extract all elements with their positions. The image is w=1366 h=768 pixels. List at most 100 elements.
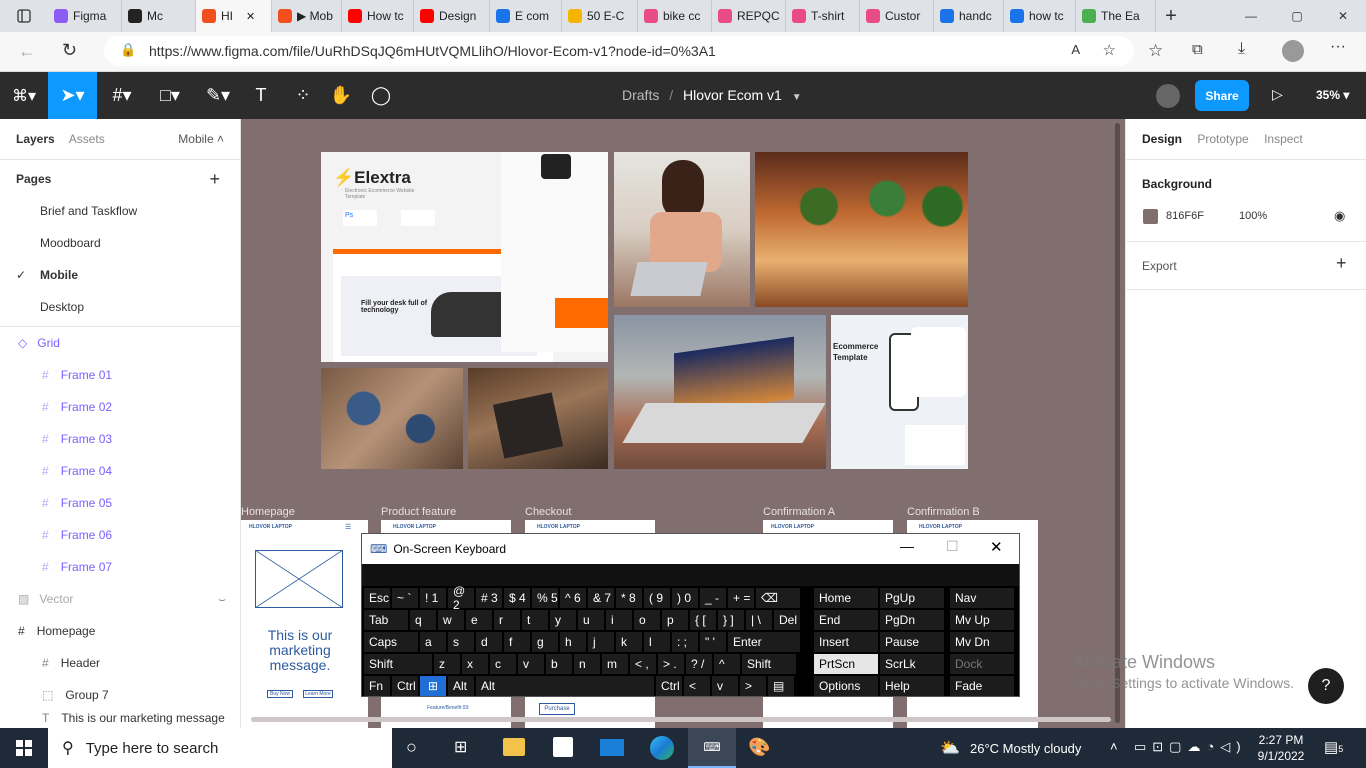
homepage-frame[interactable]: HLOVOR LAPTOP ☰ This is our marketing me…	[241, 520, 368, 728]
osk-nav-key[interactable]: PrtScn	[814, 654, 878, 674]
taskbar-search[interactable]: ⚲ Type here to search	[48, 728, 392, 768]
frame-tool-icon[interactable]: #▾	[102, 72, 142, 119]
purchase-button[interactable]: Purchase	[539, 703, 575, 715]
browser-tab[interactable]: Figma	[48, 0, 122, 32]
ceramics-image[interactable]	[321, 368, 463, 469]
osk-key[interactable]: Ctrl	[656, 676, 682, 696]
file-name[interactable]: Hlovor Ecom v1	[683, 87, 782, 103]
layer-frame[interactable]: # Frame 06	[0, 519, 240, 551]
osk-key[interactable]: f	[504, 632, 530, 652]
cortana-icon[interactable]: ○	[406, 737, 417, 758]
zoom-level[interactable]: 35% ▾	[1316, 88, 1349, 102]
file-explorer-icon[interactable]	[503, 738, 525, 756]
osk-key[interactable]: _ -	[700, 588, 726, 608]
osk-key[interactable]: Shift	[364, 654, 432, 674]
osk-key[interactable]: i	[606, 610, 632, 630]
osk-key[interactable]: ⊞	[420, 676, 446, 696]
add-favorite-icon[interactable]: ☆	[1103, 41, 1116, 59]
browser-tab[interactable]: E com	[490, 0, 562, 32]
tab-layers[interactable]: Layers	[16, 132, 55, 146]
back-icon[interactable]: ←	[18, 41, 36, 62]
osk-nav-key[interactable]: Dock	[950, 654, 1014, 674]
tab-actions-icon[interactable]	[0, 0, 48, 32]
help-button[interactable]: ?	[1308, 668, 1344, 704]
osk-key[interactable]: Del	[774, 610, 800, 630]
browser-tab[interactable]: how tc	[1004, 0, 1076, 32]
notification-icon[interactable]: ▤5	[1324, 738, 1343, 756]
edge-icon[interactable]	[650, 736, 674, 760]
elextra-template-image[interactable]: ⚡Elextra Electronic Ecommerce Website Te…	[321, 152, 608, 362]
browser-tab[interactable]: ▶ Mob	[272, 0, 342, 32]
osk-key[interactable]: ▤	[768, 676, 794, 696]
browser-tab[interactable]: Custor	[860, 0, 934, 32]
osk-key[interactable]: u	[578, 610, 604, 630]
osk-key[interactable]: k	[616, 632, 642, 652]
osk-key[interactable]: Shift	[742, 654, 796, 674]
layer-group-7[interactable]: Group 7	[65, 688, 108, 702]
tab-design[interactable]: Design	[1142, 132, 1182, 146]
osk-nav-key[interactable]: Mv Dn	[950, 632, 1014, 652]
frame-label-checkout[interactable]: Checkout	[525, 506, 571, 518]
paint-icon[interactable]: 🎨	[748, 737, 770, 758]
osk-key[interactable]: Ctrl	[392, 676, 418, 696]
osk-key[interactable]: q	[410, 610, 436, 630]
new-tab-button[interactable]: +	[1156, 5, 1186, 28]
comment-tool-icon[interactable]: ◯	[366, 72, 396, 119]
osk-key[interactable]: r	[494, 610, 520, 630]
osk-nav-key[interactable]: Mv Up	[950, 610, 1014, 630]
tablet-craft-image[interactable]	[468, 368, 608, 469]
osk-key[interactable]: j	[588, 632, 614, 652]
osk-key[interactable]: ! 1	[420, 588, 446, 608]
layer-frame[interactable]: # Frame 02	[0, 391, 240, 423]
chevron-down-icon[interactable]: ▼	[792, 92, 802, 103]
osk-nav-key[interactable]: PgUp	[880, 588, 944, 608]
osk-key[interactable]: v	[518, 654, 544, 674]
osk-key[interactable]: : ;	[672, 632, 698, 652]
browser-tab[interactable]: 50 E-C	[562, 0, 638, 32]
osk-key[interactable]: ) 0	[672, 588, 698, 608]
browser-tab[interactable]: Mc	[122, 0, 196, 32]
layer-frame[interactable]: # Frame 03	[0, 423, 240, 455]
maximize-window-icon[interactable]: ▢	[1274, 0, 1320, 32]
osk-key[interactable]: t	[522, 610, 548, 630]
osk-key[interactable]: l	[644, 632, 670, 652]
osk-nav-key[interactable]: PgDn	[880, 610, 944, 630]
osk-key[interactable]: ^ 6	[560, 588, 586, 608]
osk-nav-key[interactable]: Nav	[950, 588, 1014, 608]
clock[interactable]: 2:27 PM 9/1/2022	[1250, 732, 1312, 764]
downloads-icon[interactable]: ⤓	[1238, 40, 1245, 58]
browser-tab[interactable]: REPQC	[712, 0, 786, 32]
osk-key[interactable]: Caps	[364, 632, 418, 652]
osk-key[interactable]: " '	[700, 632, 726, 652]
osk-key[interactable]: < ,	[630, 654, 656, 674]
page-item[interactable]: ✓ Mobile	[0, 259, 240, 291]
osk-key[interactable]: m	[602, 654, 628, 674]
layer-frame[interactable]: # Frame 04	[0, 455, 240, 487]
browser-tab[interactable]: Design	[414, 0, 490, 32]
refresh-icon[interactable]: ↻	[62, 40, 77, 61]
osk-key[interactable]: Alt	[476, 676, 654, 696]
frame-label-homepage[interactable]: Homepage	[241, 506, 295, 518]
osk-key[interactable]: Tab	[364, 610, 408, 630]
start-button[interactable]	[0, 728, 48, 768]
frame-label-product-feature[interactable]: Product feature	[381, 506, 456, 518]
frame-label-confirmation-a[interactable]: Confirmation A	[763, 506, 835, 518]
page-item[interactable]: Moodboard	[0, 227, 240, 259]
tab-assets[interactable]: Assets	[69, 132, 105, 146]
osk-nav-key[interactable]: Help	[880, 676, 944, 696]
layer-frame[interactable]: # Frame 07	[0, 551, 240, 583]
page-item[interactable]: Brief and Taskflow	[0, 195, 240, 227]
osk-nav-key[interactable]: Home	[814, 588, 878, 608]
osk-key[interactable]: # 3	[476, 588, 502, 608]
layer-marketing-text[interactable]: This is our marketing message	[61, 711, 224, 725]
hidden-eye-icon[interactable]: ⌣	[218, 592, 226, 607]
tab-prototype[interactable]: Prototype	[1197, 132, 1248, 146]
add-page-icon[interactable]: +	[209, 169, 220, 190]
osk-key[interactable]: x	[462, 654, 488, 674]
osk-key[interactable]: >	[740, 676, 766, 696]
breadcrumb-drafts[interactable]: Drafts	[622, 87, 659, 103]
osk-nav-key[interactable]: Insert	[814, 632, 878, 652]
layer-header[interactable]: Header	[61, 656, 100, 670]
osk-key[interactable]: c	[490, 654, 516, 674]
figma-menu-icon[interactable]: ⌘▾	[0, 72, 48, 119]
